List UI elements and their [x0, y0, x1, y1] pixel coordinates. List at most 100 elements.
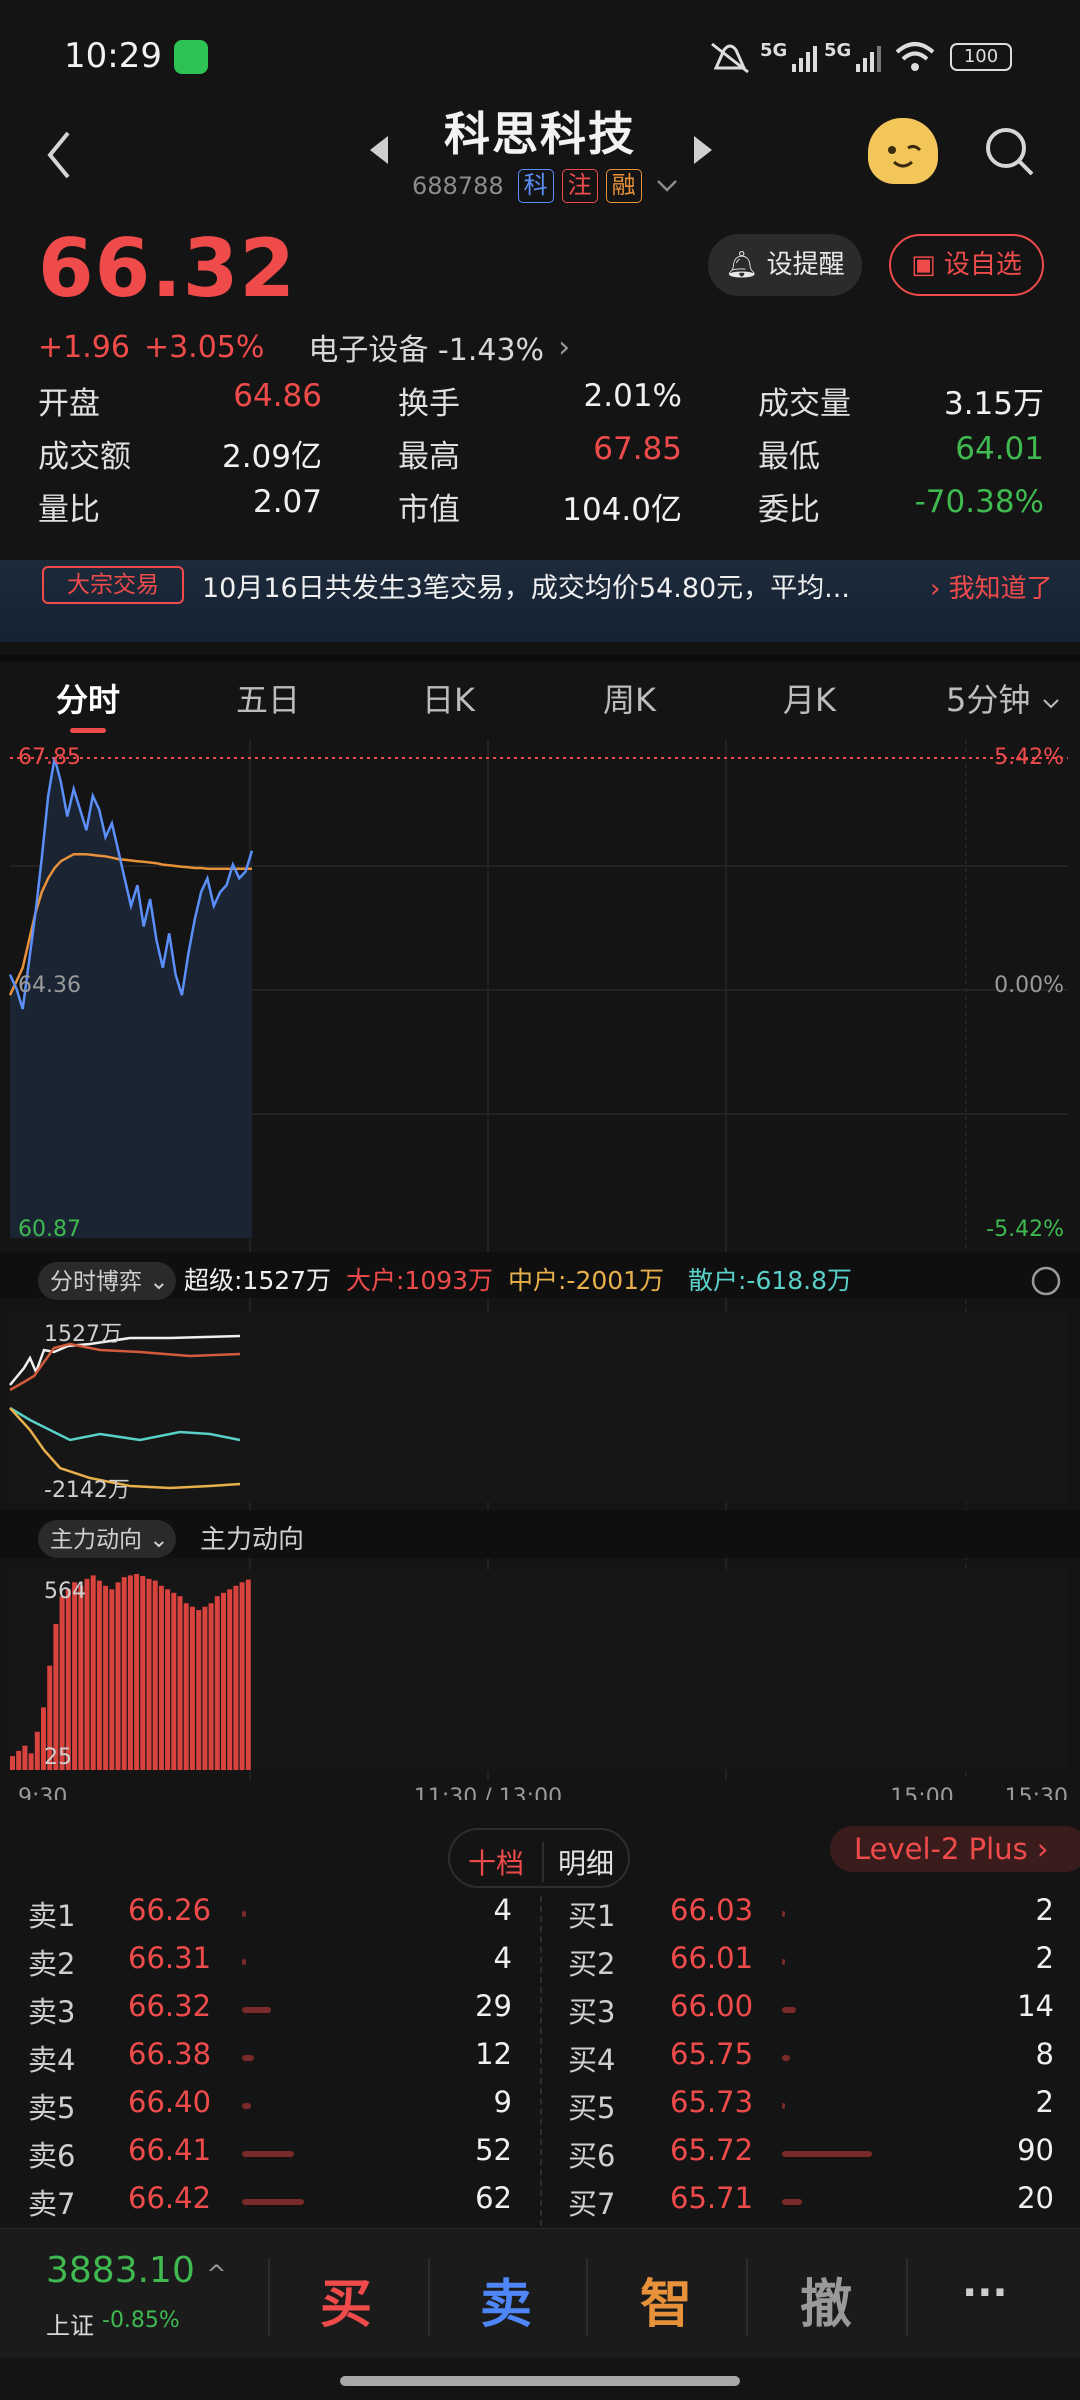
bell-icon: 🔔︎ [725, 250, 759, 280]
buy-level-row[interactable]: 买5 65.73 2 [568, 2085, 1054, 2133]
sell-level-volume: 62 [475, 2181, 512, 2215]
main-bar [189, 1606, 195, 1770]
flow-super: 超级:1527万 [184, 1266, 331, 1295]
time-label-close: 15:00 [890, 1785, 953, 1800]
buy-level-volume: 14 [1017, 1989, 1054, 2023]
stat-label: 成交量 [758, 386, 851, 422]
tab-daily-k[interactable]: 日K [422, 675, 475, 721]
stat-label: 量比 [38, 492, 100, 528]
tab-ten-levels[interactable]: 十档 [468, 1842, 524, 1882]
flow-axis-bottom: -2142万 [44, 1478, 130, 1503]
main-bar [78, 1585, 84, 1770]
favorite-icon: ▣ [911, 250, 936, 280]
orderbook-toggle[interactable]: 十档 明细 [448, 1828, 630, 1888]
set-alert-button[interactable]: 🔔︎ 设提醒 [708, 234, 862, 296]
sell-level-row[interactable]: 卖7 66.42 62 [28, 2181, 512, 2229]
sell-level-row[interactable]: 卖1 66.26 4 [28, 1893, 512, 1941]
sell-level-price: 66.31 [128, 1941, 212, 1975]
axis-max-price: 67.85 [18, 745, 81, 770]
separator [268, 2258, 270, 2336]
main-bar [65, 1589, 71, 1770]
buy-level-price: 65.72 [670, 2133, 754, 2167]
tab-weekly-k[interactable]: 周K [603, 675, 656, 721]
sell-level-volume: 4 [493, 1893, 512, 1927]
stat-value: 2.07 [252, 484, 322, 520]
tag-kechuang: 科 [517, 169, 554, 203]
sell-level-volume: 4 [493, 1941, 512, 1975]
price-change-pct: +3.05% [143, 329, 265, 365]
buy-button[interactable]: 买 [320, 2262, 372, 2337]
dismiss-notice-button[interactable]: › 我知道了 [930, 568, 1053, 605]
sell-level-volume: 52 [475, 2133, 512, 2167]
stat-value: 3.15万 [943, 386, 1044, 422]
next-stock-icon[interactable] [694, 136, 712, 164]
stat-label: 最高 [398, 439, 460, 475]
stock-code-row[interactable]: 688788 科 注 融 [412, 168, 682, 204]
buy-level-row[interactable]: 买1 66.03 2 [568, 1893, 1054, 1941]
sell-level-row[interactable]: 卖6 66.41 52 [28, 2133, 512, 2181]
tab-5min[interactable]: 5分钟 [946, 675, 1061, 721]
signal-icon [792, 46, 817, 72]
sell-level-row[interactable]: 卖2 66.31 4 [28, 1941, 512, 1989]
buy-level-label: 买6 [568, 2139, 616, 2173]
buy-level-volume: 90 [1017, 2133, 1054, 2167]
main-bar [34, 1731, 40, 1770]
chevron-down-icon [656, 180, 677, 192]
main-bar [177, 1596, 183, 1770]
dismiss-notice-label: 我知道了 [948, 574, 1053, 604]
more-icon[interactable]: ··· [962, 2270, 1008, 2316]
buy-volume-bar [782, 1911, 785, 1917]
axis-mid-pct: 0.00% [994, 973, 1064, 998]
tab-5min-label: 5分钟 [946, 681, 1031, 719]
mascot-avatar[interactable] [868, 118, 938, 184]
set-alert-label: 设提醒 [766, 250, 845, 280]
stat-label: 委比 [758, 492, 820, 528]
level2-plus-label: Level-2 Plus [854, 1832, 1028, 1866]
separator [428, 2258, 430, 2336]
tab-monthly-k[interactable]: 月K [783, 675, 836, 721]
sell-level-volume: 9 [493, 2085, 512, 2119]
sell-button[interactable]: 卖 [480, 2262, 532, 2337]
tab-five-day[interactable]: 五日 [236, 675, 300, 721]
buy-level-row[interactable]: 买3 66.00 14 [568, 1989, 1054, 2037]
level2-plus-button[interactable]: Level-2 Plus › [830, 1826, 1080, 1872]
tab-details[interactable]: 明细 [542, 1842, 614, 1882]
separator [746, 2258, 748, 2336]
stats-row: 成交额 2.09亿 最高 67.85 最低 64.01 [38, 431, 1044, 484]
main-bar [158, 1585, 164, 1770]
smart-trade-button[interactable]: 智 [640, 2262, 692, 2337]
cancel-order-button[interactable]: 撤 [800, 2262, 852, 2337]
main-bar [208, 1603, 214, 1770]
sell-level-volume: 12 [475, 2037, 512, 2071]
buy-level-row[interactable]: 买4 65.75 8 [568, 2037, 1054, 2085]
stat-label: 市值 [398, 492, 460, 528]
tab-intraday[interactable]: 分时 [56, 675, 120, 721]
separator [586, 2258, 588, 2336]
add-favorite-button[interactable]: ▣ 设自选 [889, 234, 1044, 296]
buy-level-row[interactable]: 买2 66.01 2 [568, 1941, 1054, 1989]
buy-level-volume: 2 [1035, 2085, 1054, 2119]
main-bar [134, 1574, 140, 1770]
index-value[interactable]: 3883.10 ^ [46, 2250, 226, 2291]
axis-min-price: 60.87 [18, 1217, 81, 1242]
main-bar [127, 1575, 133, 1770]
buy-volume-bar [782, 2055, 790, 2061]
main-bar [22, 1745, 28, 1770]
mascot-face-icon [888, 144, 922, 168]
sector-link[interactable]: 电子设备 -1.43% [308, 325, 544, 369]
sell-level-row[interactable]: 卖4 66.38 12 [28, 2037, 512, 2085]
intraday-chart[interactable]: 67.85 64.36 60.87 5.42% 0.00% -5.42% 分时博弈 ⌄ 超级:… [0, 740, 1080, 1800]
block-trade-text: 10月16日共发生3笔交易，成交均价54.80元，平均... [202, 573, 850, 604]
sell-level-row[interactable]: 卖3 66.32 29 [28, 1989, 512, 2037]
buy-level-row[interactable]: 买7 65.71 20 [568, 2181, 1054, 2229]
chevron-down-icon [1042, 699, 1059, 709]
home-indicator[interactable] [340, 2376, 740, 2386]
buy-level-row[interactable]: 买6 65.72 90 [568, 2133, 1054, 2181]
sell-level-row[interactable]: 卖5 66.40 9 [28, 2085, 512, 2133]
buy-level-price: 66.00 [670, 1989, 754, 2023]
search-icon[interactable] [982, 124, 1036, 178]
buy-volume-bar [782, 2151, 872, 2157]
sell-level-label: 卖2 [28, 1947, 76, 1981]
main-bar [171, 1592, 177, 1770]
buy-level-label: 买5 [568, 2091, 616, 2125]
